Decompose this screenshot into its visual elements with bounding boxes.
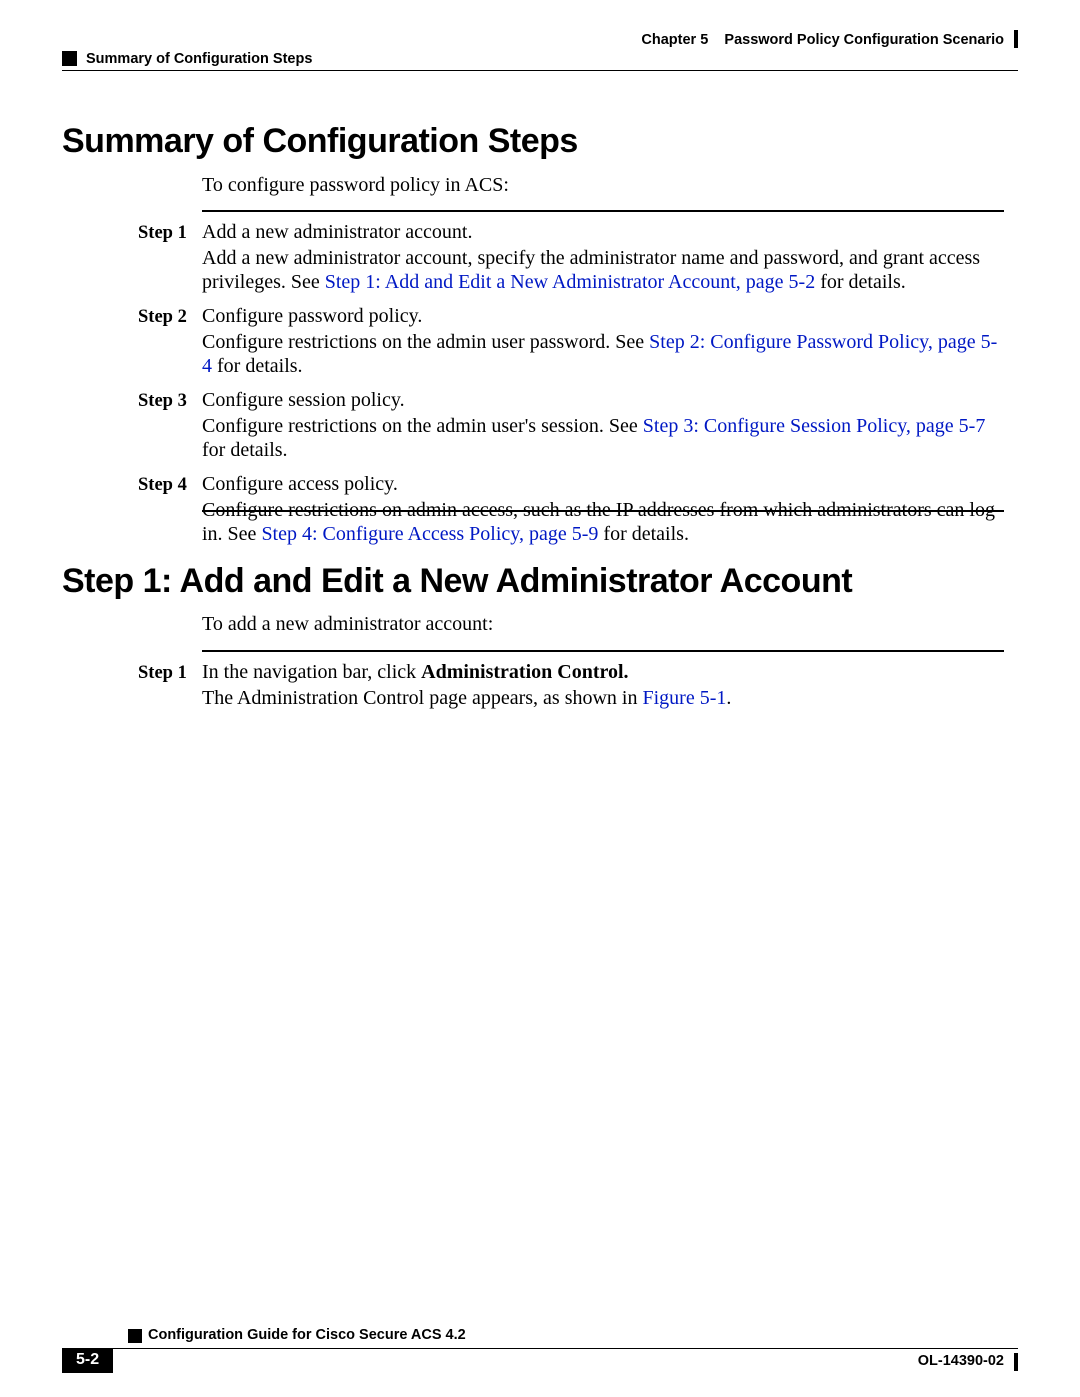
footer-book-title: Configuration Guide for Cisco Secure ACS… (148, 1327, 466, 1343)
step-desc: Configure restrictions on the admin user… (202, 330, 1004, 378)
header-bar-icon (1014, 30, 1018, 48)
step-title: Configure password policy. (202, 304, 1004, 328)
xref-link[interactable]: Step 4: Configure Access Policy, page 5-… (261, 523, 598, 545)
header-square-icon (62, 51, 77, 66)
step-title: Add a new administrator account. (202, 220, 1004, 244)
step-title: Configure access policy. (202, 472, 1004, 496)
footer-square-icon (128, 1329, 142, 1343)
section2-intro: To add a new administrator account: (202, 612, 493, 636)
steps-list-2: Step 1 In the navigation bar, click Admi… (138, 660, 1004, 712)
section1-intro: To configure password policy in ACS: (202, 173, 509, 197)
separator-rule (202, 650, 1004, 652)
running-header-left: Summary of Configuration Steps (86, 51, 312, 67)
document-number: OL-14390-02 (918, 1353, 1004, 1369)
section-heading-step1: Step 1: Add and Edit a New Administrator… (62, 562, 852, 601)
step-body: Add a new administrator account. Add a n… (202, 220, 1004, 296)
step-label: Step 1 (138, 220, 202, 296)
step-desc: Configure restrictions on admin access, … (202, 498, 1004, 546)
step-desc: The Administration Control page appears,… (202, 686, 1004, 710)
footer-bar-icon (1014, 1353, 1018, 1371)
step-row: Step 3 Configure session policy. Configu… (138, 388, 1004, 464)
xref-link[interactable]: Step 3: Configure Session Policy, page 5… (643, 415, 986, 437)
step-label: Step 2 (138, 304, 202, 380)
step-label: Step 1 (138, 660, 202, 712)
xref-link[interactable]: Step 1: Add and Edit a New Administrator… (325, 271, 815, 293)
step-title: Configure session policy. (202, 388, 1004, 412)
step-title: In the navigation bar, click Administrat… (202, 660, 1004, 684)
footer-rule (62, 1348, 1018, 1349)
separator-rule (202, 210, 1004, 212)
step-body: In the navigation bar, click Administrat… (202, 660, 1004, 712)
step-desc: Configure restrictions on the admin user… (202, 414, 1004, 462)
step-label: Step 4 (138, 472, 202, 548)
figure-link[interactable]: Figure 5-1 (642, 687, 726, 709)
step-label: Step 3 (138, 388, 202, 464)
document-page: Chapter 5 Password Policy Configuration … (0, 0, 1080, 1397)
running-header-right: Chapter 5 Password Policy Configuration … (641, 32, 1004, 48)
ui-element-name: Administration Control. (421, 661, 628, 683)
page-number: 5-2 (62, 1348, 113, 1373)
step-desc: Add a new administrator account, specify… (202, 246, 1004, 294)
step-row: Step 1 Add a new administrator account. … (138, 220, 1004, 296)
step-body: Configure session policy. Configure rest… (202, 388, 1004, 464)
steps-list-1: Step 1 Add a new administrator account. … (138, 220, 1004, 548)
chapter-label: Chapter 5 (641, 32, 708, 48)
step-row: Step 2 Configure password policy. Config… (138, 304, 1004, 380)
step-row: Step 1 In the navigation bar, click Admi… (138, 660, 1004, 712)
section-heading-summary: Summary of Configuration Steps (62, 122, 578, 161)
step-body: Configure password policy. Configure res… (202, 304, 1004, 380)
separator-rule (202, 510, 1004, 512)
chapter-title: Password Policy Configuration Scenario (724, 32, 1004, 48)
header-rule (62, 70, 1018, 71)
